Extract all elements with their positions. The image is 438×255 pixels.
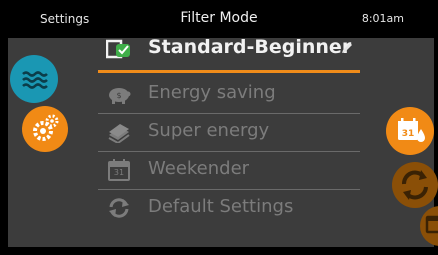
top-bar: Settings Filter Mode 8:01am: [0, 0, 438, 38]
water-waves-icon: [22, 71, 48, 89]
selection-underline: [98, 70, 360, 73]
clock-time: 8:01am: [361, 12, 404, 25]
menu-item-label: Energy saving: [148, 82, 276, 103]
menu-item-standard-beginner[interactable]: Standard-Beginner: [98, 36, 360, 76]
water-button[interactable]: [10, 55, 58, 103]
svg-text:$: $: [116, 91, 121, 100]
schedule-button[interactable]: [420, 206, 438, 246]
calendar-day-number: 31: [401, 129, 415, 139]
menu-item-label: Weekender: [148, 158, 250, 179]
filter-cycle-button[interactable]: [392, 162, 438, 208]
edit-pencil-icon[interactable]: [340, 40, 354, 54]
menu-item-label: Super energy: [148, 120, 270, 141]
calendar-icon: 31: [106, 159, 132, 181]
settings-button[interactable]: [22, 106, 68, 152]
money-stack-icon: [106, 121, 132, 145]
standard-program-icon: [105, 37, 132, 59]
calendar-day-number: 31: [113, 168, 125, 177]
menu-item-label: Default Settings: [148, 196, 294, 217]
calendar-icon: [425, 215, 438, 234]
piggy-bank-icon: $: [106, 83, 132, 105]
menu-item-super-energy[interactable]: Super energy: [98, 114, 360, 152]
reset-arrows-icon: [106, 197, 132, 219]
menu-item-default-settings[interactable]: Default Settings: [98, 190, 360, 228]
gears-icon: [33, 114, 59, 141]
menu-item-energy-saving[interactable]: $ Energy saving: [98, 76, 360, 114]
filter-schedule-button[interactable]: 31: [386, 107, 434, 155]
cycle-icon: [402, 170, 428, 200]
filter-mode-screen: Settings Filter Mode 8:01am Standard-Beg…: [0, 0, 438, 255]
menu-item-weekender[interactable]: 31 Weekender: [98, 152, 360, 190]
menu-item-label: Standard-Beginner: [148, 36, 352, 58]
